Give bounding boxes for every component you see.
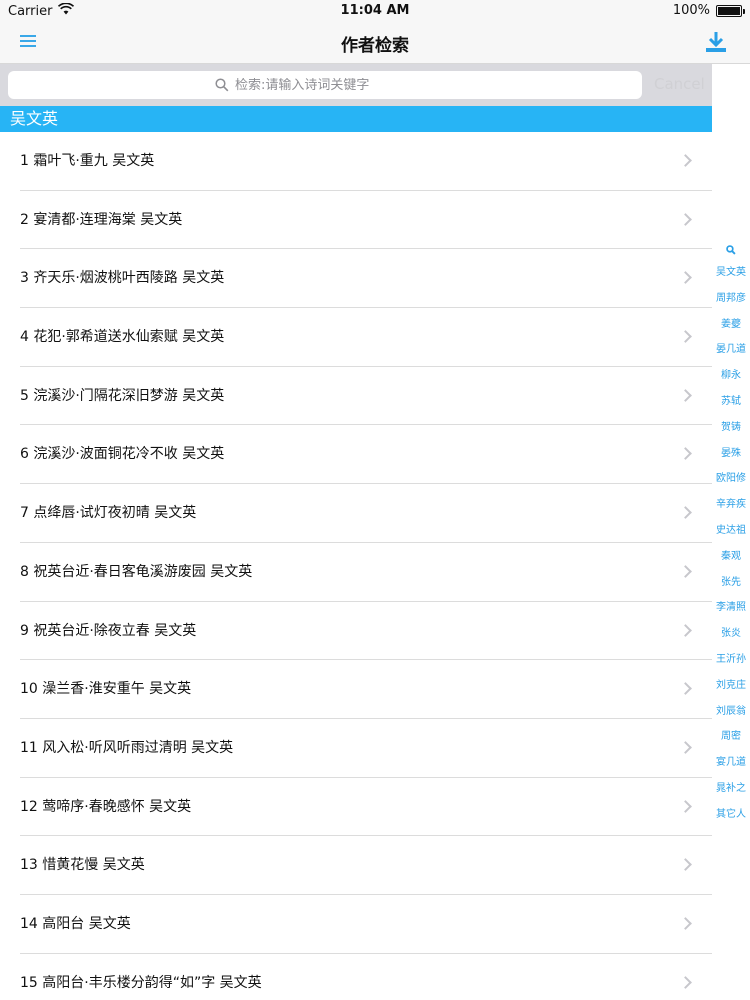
search-bar: Cancel xyxy=(0,64,712,106)
list-item-label: 11 风入松·听风听雨过清明 吴文英 xyxy=(20,739,234,756)
list-item[interactable]: 15 高阳台·丰乐楼分韵得“如”字 吴文英 xyxy=(0,954,712,1000)
battery-fill xyxy=(718,6,740,15)
index-item[interactable]: 张先 xyxy=(721,570,741,596)
chevron-right-icon xyxy=(679,623,692,637)
list-item-label: 2 宴清都·连理海棠 吴文英 xyxy=(20,211,183,228)
poem-list: 1 霜叶飞·重九 吴文英 2 宴清都·连理海棠 吴文英 3 齐天乐·烟波桃叶西陵路 … xyxy=(0,132,712,1000)
index-item[interactable]: 李清照 xyxy=(716,595,746,621)
chevron-right-icon xyxy=(679,975,692,989)
list-item-label: 5 浣溪沙·门隔花深旧梦游 吴文英 xyxy=(20,387,225,404)
status-right: 100% xyxy=(672,3,745,18)
index-item[interactable]: 王沂孙 xyxy=(716,647,746,673)
list-item[interactable]: 3 齐天乐·烟波桃叶西陵路 吴文英 xyxy=(0,249,712,308)
list-item-label: 3 齐天乐·烟波桃叶西陵路 吴文英 xyxy=(20,270,225,287)
chevron-right-icon xyxy=(679,330,692,343)
cancel-button[interactable]: Cancel xyxy=(654,75,705,93)
chevron-right-icon xyxy=(679,799,692,813)
index-item[interactable]: 姜夔 xyxy=(721,312,741,338)
index-item[interactable]: 晁补之 xyxy=(716,776,746,802)
index-item[interactable]: 刘辰翁 xyxy=(716,699,746,725)
list-item[interactable]: 8 祝英台近·春日客龟溪游废园 吴文英 xyxy=(0,543,712,602)
list-item-label: 7 点绛唇·试灯夜初晴 吴文英 xyxy=(20,505,197,522)
list-item[interactable]: 14 高阳台 吴文英 xyxy=(0,895,712,954)
chevron-right-icon xyxy=(679,271,692,285)
list-item[interactable]: 1 霜叶飞·重九 吴文英 xyxy=(0,132,712,191)
index-item[interactable]: 秦观 xyxy=(721,544,741,570)
index-item[interactable]: 周密 xyxy=(721,724,741,750)
chevron-right-icon xyxy=(679,858,692,872)
search-input[interactable] xyxy=(235,77,435,93)
index-item[interactable]: 苏轼 xyxy=(721,389,741,415)
status-bar: Carrier 11:04 AM 100% xyxy=(0,0,750,22)
list-item[interactable]: 5 浣溪沙·门隔花深旧梦游 吴文英 xyxy=(0,367,712,426)
list-item-label: 14 高阳台 吴文英 xyxy=(20,915,131,932)
index-item[interactable]: 辛弃疾 xyxy=(716,492,746,518)
download-button[interactable] xyxy=(702,28,730,56)
list-item-label: 13 惜黄花慢 吴文英 xyxy=(20,857,145,874)
list-item-label: 6 浣溪沙·波面铜花冷不收 吴文英 xyxy=(20,446,225,463)
search-field[interactable] xyxy=(8,71,642,99)
author-index-bar: 吴文英 周邦彦 姜夔 晏几道 柳永 苏轼 贺铸 晏殊 欧阳修 辛弃疾 史达祖 秦观 张先 李清照 张炎 王沂孙… xyxy=(712,240,750,828)
index-item[interactable]: 史达祖 xyxy=(716,518,746,544)
battery-tip xyxy=(743,8,745,14)
list-item-label: 12 莺啼序·春晚感怀 吴文英 xyxy=(20,798,192,815)
index-item[interactable]: 其它人 xyxy=(716,802,746,828)
chevron-right-icon xyxy=(679,506,692,519)
list-item-label: 4 花犯·郭希道送水仙索赋 吴文英 xyxy=(20,329,225,346)
list-item-label: 10 澡兰香·淮安重午 吴文英 xyxy=(20,681,192,698)
list-item[interactable]: 4 花犯·郭希道送水仙索赋 吴文英 xyxy=(0,308,712,367)
list-item[interactable]: 6 浣溪沙·波面铜花冷不收 吴文英 xyxy=(0,425,712,484)
chevron-right-icon xyxy=(679,682,692,696)
index-item[interactable]: 欧阳修 xyxy=(716,466,746,492)
status-time: 11:04 AM xyxy=(340,3,410,18)
index-item[interactable]: 刘克庄 xyxy=(716,673,746,699)
list-item-label: 15 高阳台·丰乐楼分韵得“如”字 吴文英 xyxy=(20,974,262,991)
battery-icon xyxy=(716,4,745,17)
index-item[interactable]: 周邦彦 xyxy=(716,286,746,312)
section-header: 吴文英 xyxy=(0,106,712,132)
list-item[interactable]: 10 澡兰香·淮安重午 吴文英 xyxy=(0,660,712,719)
list-item-label: 8 祝英台近·春日客龟溪游废园 吴文英 xyxy=(20,563,253,580)
page-title: 作者检索 xyxy=(341,36,409,56)
index-item[interactable]: 柳永 xyxy=(721,363,741,389)
chevron-right-icon xyxy=(679,388,692,402)
chevron-right-icon xyxy=(679,154,692,167)
list-item-label: 9 祝英台近·除夜立春 吴文英 xyxy=(20,622,197,639)
index-search-button[interactable] xyxy=(726,240,736,260)
list-item[interactable]: 13 惜黄花慢 吴文英 xyxy=(0,836,712,895)
list-item-label: 1 霜叶飞·重九 吴文英 xyxy=(20,153,155,169)
chevron-right-icon xyxy=(679,917,692,930)
chevron-right-icon xyxy=(679,741,692,754)
index-item[interactable]: 宴几道 xyxy=(716,750,746,776)
index-item[interactable]: 晏几道 xyxy=(716,337,746,363)
index-item[interactable]: 张炎 xyxy=(721,621,741,647)
list-item[interactable]: 2 宴清都·连理海棠 吴文英 xyxy=(0,191,712,250)
list-item[interactable]: 9 祝英台近·除夜立春 吴文英 xyxy=(0,602,712,661)
list-item[interactable]: 11 风入松·听风听雨过清明 吴文英 xyxy=(0,719,712,778)
navigation-bar: 作者检索 xyxy=(0,22,750,64)
index-item[interactable]: 吴文英 xyxy=(716,260,746,286)
index-item[interactable]: 贺铸 xyxy=(721,415,741,441)
chevron-right-icon xyxy=(679,447,692,461)
download-icon xyxy=(706,32,726,52)
chevron-right-icon xyxy=(679,212,692,226)
battery-percent: 100% xyxy=(672,3,710,18)
list-item[interactable]: 12 莺啼序·春晚感怀 吴文英 xyxy=(0,778,712,837)
index-item[interactable]: 晏殊 xyxy=(721,441,741,467)
list-item[interactable]: 7 点绛唇·试灯夜初晴 吴文英 xyxy=(0,484,712,543)
search-icon xyxy=(726,245,736,255)
chevron-right-icon xyxy=(679,564,692,578)
search-icon xyxy=(215,78,229,92)
